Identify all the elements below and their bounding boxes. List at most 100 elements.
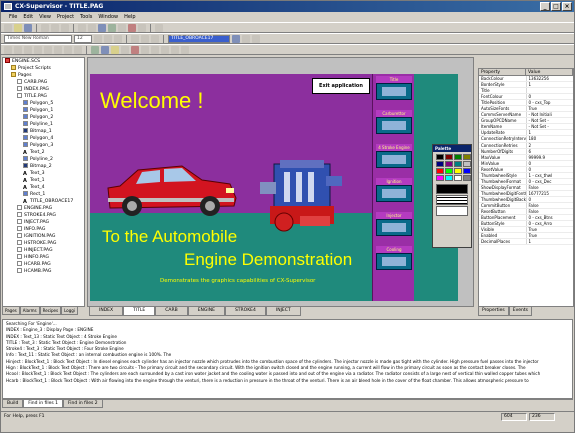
property-value[interactable]: 0 - cxs_Btns xyxy=(527,215,574,220)
engine-image[interactable] xyxy=(260,156,344,232)
bitmap-tool-icon[interactable] xyxy=(101,45,109,54)
nav-title[interactable]: Title xyxy=(376,76,412,100)
new-icon[interactable] xyxy=(4,23,12,32)
menu-help[interactable]: Help xyxy=(124,12,135,22)
italic-icon[interactable] xyxy=(104,34,112,43)
menu-project[interactable]: Project xyxy=(57,12,74,22)
tab-stroke4[interactable]: STROKE4 xyxy=(224,307,266,316)
object-combo[interactable]: TITLE_OBROACE17 xyxy=(168,34,230,43)
maximize-button[interactable]: □ xyxy=(551,2,561,11)
property-value[interactable]: True xyxy=(527,227,574,232)
save-icon[interactable] xyxy=(24,23,32,32)
tree-item[interactable]: Polygon_2 xyxy=(3,114,84,121)
polyline-icon[interactable] xyxy=(54,45,62,54)
subtitle-text[interactable]: Demonstrates the graphics capabilities o… xyxy=(160,278,315,284)
indicator-tool-icon[interactable] xyxy=(161,45,169,54)
property-value[interactable]: 180 xyxy=(527,136,574,141)
value-column-header[interactable]: Value xyxy=(526,69,573,75)
color-swatch[interactable] xyxy=(445,175,453,181)
color-swatch[interactable] xyxy=(454,175,462,181)
property-value[interactable]: True xyxy=(527,106,574,111)
pointer-icon[interactable] xyxy=(4,45,12,54)
tree-item[interactable]: A Text_4 xyxy=(3,184,84,191)
print-icon[interactable] xyxy=(88,23,96,32)
tab-properties[interactable]: Properties xyxy=(478,307,509,316)
tree-item[interactable]: Polygon_5 xyxy=(3,100,84,107)
nav-carburettor[interactable]: Carburettor xyxy=(376,110,412,134)
send-back-icon[interactable] xyxy=(252,34,260,43)
line-icon[interactable] xyxy=(14,45,22,54)
tree-item[interactable]: Pages xyxy=(3,72,84,79)
tree-item[interactable]: HINJECT.PAG xyxy=(3,247,84,254)
button-tool-icon[interactable] xyxy=(91,45,99,54)
copy-icon[interactable] xyxy=(51,23,59,32)
grid-icon[interactable] xyxy=(118,23,126,32)
color-swatch[interactable] xyxy=(454,161,462,167)
tree-item[interactable]: HSTROKE.PAG xyxy=(3,240,84,247)
project-tree[interactable]: ENGINE.SCS Project Scripts Pages CARB.PAG IN… xyxy=(2,57,85,307)
arc-icon[interactable] xyxy=(74,45,82,54)
car-image[interactable] xyxy=(102,156,240,220)
property-value[interactable]: False xyxy=(527,185,574,190)
toggle-tool-icon[interactable] xyxy=(151,45,159,54)
trend-tool-icon[interactable] xyxy=(121,45,129,54)
welcome-heading[interactable]: Welcome ! xyxy=(100,88,204,114)
font-combo[interactable]: Times New Roman xyxy=(4,34,72,43)
tree-item[interactable]: A Text_3 xyxy=(3,170,84,177)
align-left-icon[interactable] xyxy=(131,34,139,43)
open-icon[interactable] xyxy=(14,23,22,32)
color-swatch[interactable] xyxy=(436,168,444,174)
menu-file[interactable]: File xyxy=(9,12,17,22)
property-value[interactable]: 1 xyxy=(527,82,574,87)
tree-item[interactable]: Polygon_3 xyxy=(3,142,84,149)
color-grid[interactable] xyxy=(433,152,471,183)
line-style-swatch[interactable] xyxy=(436,184,468,194)
tree-item[interactable]: Polygon_1 xyxy=(3,107,84,114)
tree-item[interactable]: Polygon_4 xyxy=(3,135,84,142)
property-value[interactable]: 0 - cxs_Arro xyxy=(527,221,574,226)
exit-application-button[interactable]: Exit application xyxy=(312,78,370,94)
property-value[interactable]: - Not Initiali xyxy=(527,112,574,117)
align-center-icon[interactable] xyxy=(141,34,149,43)
tree-item[interactable]: ENGINE.PAG xyxy=(3,205,84,212)
tree-item[interactable]: INFO.PAG xyxy=(3,226,84,233)
property-column-header[interactable]: Property xyxy=(479,69,526,75)
menu-tools[interactable]: Tools xyxy=(80,12,92,22)
property-value[interactable]: 0 xyxy=(527,94,574,99)
tab-recipes[interactable]: Recipes xyxy=(39,307,62,315)
property-value[interactable]: 1 xyxy=(527,239,574,244)
color-swatch[interactable] xyxy=(436,161,444,167)
cut-icon[interactable] xyxy=(41,23,49,32)
tree-item[interactable]: Polyline_2 xyxy=(3,156,84,163)
tree-item[interactable]: INJECT.PAG xyxy=(3,219,84,226)
tree-item[interactable]: ENGINE.SCS xyxy=(3,58,84,65)
nav-4-stroke-engine[interactable]: 4 Stroke Engine xyxy=(376,144,412,168)
nav-cooling[interactable]: Cooling xyxy=(376,246,412,270)
tab-carb[interactable]: CARB xyxy=(155,307,188,316)
object-props-icon[interactable] xyxy=(232,34,240,43)
menu-edit[interactable]: Edit xyxy=(23,12,33,22)
text-icon[interactable] xyxy=(64,45,72,54)
tab-events[interactable]: Events xyxy=(508,307,532,316)
color-swatch[interactable] xyxy=(463,161,471,167)
color-swatch[interactable] xyxy=(463,154,471,160)
tree-item[interactable]: HCARB.PAG xyxy=(3,261,84,268)
group-icon[interactable] xyxy=(171,45,179,54)
menu-window[interactable]: Window xyxy=(98,12,118,22)
palette-window[interactable]: Palette xyxy=(432,144,472,248)
property-value[interactable]: - Not Set - xyxy=(527,124,574,129)
tree-item[interactable]: STROKE4.PAG xyxy=(3,212,84,219)
tab-index[interactable]: INDEX xyxy=(89,307,124,316)
property-value[interactable]: 0 - cxs_Top xyxy=(527,100,574,105)
tree-item[interactable]: INDEX.PAG xyxy=(3,86,84,93)
property-row[interactable]: DecimalPlaces 1 xyxy=(479,239,574,246)
property-value[interactable]: 13632256 xyxy=(527,76,574,81)
tab-engine[interactable]: ENGINE xyxy=(187,307,225,316)
color-swatch[interactable] xyxy=(454,154,462,160)
tree-item[interactable]: HINFO.PAG xyxy=(3,254,84,261)
property-value[interactable]: - Not Set - xyxy=(527,118,574,123)
property-value[interactable]: 0 - cxs_Dec xyxy=(527,179,574,184)
fill-colour-swatch[interactable] xyxy=(436,206,468,216)
tree-item[interactable]: A Text_1 xyxy=(3,177,84,184)
tree-item[interactable]: CARB.PAG xyxy=(3,79,84,86)
